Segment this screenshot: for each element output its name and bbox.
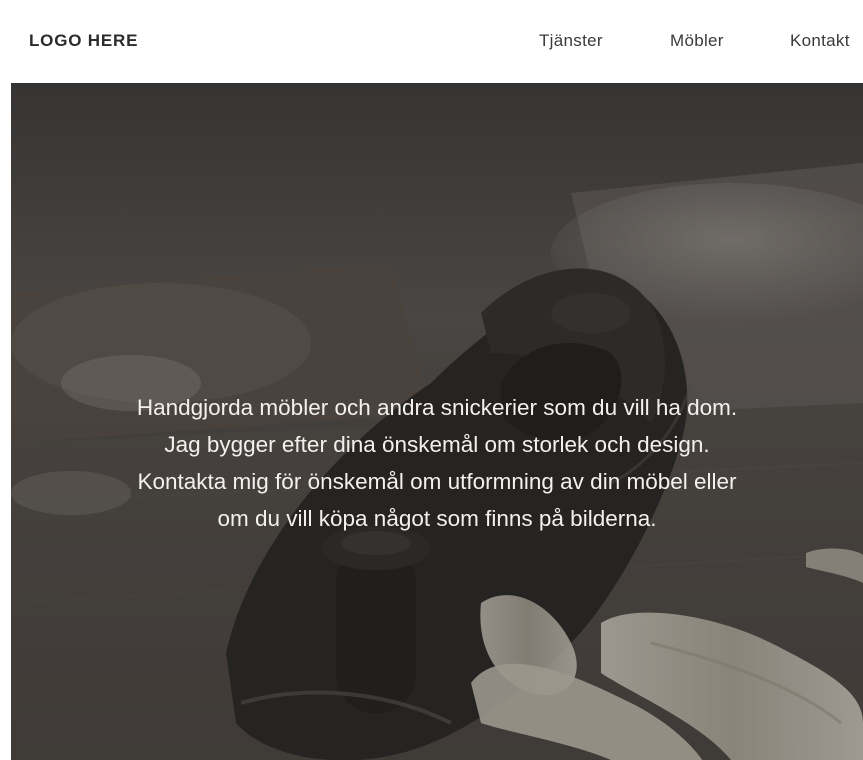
nav-item-mobler[interactable]: Möbler <box>670 31 724 51</box>
hero-line: Handgjorda möbler och andra snickerier s… <box>136 395 738 420</box>
hero-line: Jag bygger efter dina önskemål om storle… <box>164 432 710 457</box>
site-header: LOGO HERE Tjänster Möbler Kontakt <box>0 0 863 83</box>
hero-line: om du vill köpa något som finns på bilde… <box>217 506 657 531</box>
hero-intro-text: Handgjorda möbler och andra snickerier s… <box>11 389 863 537</box>
hero-section: Handgjorda möbler och andra snickerier s… <box>11 83 863 760</box>
nav-item-tjanster[interactable]: Tjänster <box>539 31 603 51</box>
nav-item-kontakt[interactable]: Kontakt <box>790 31 850 51</box>
main-nav: Tjänster Möbler Kontakt <box>0 31 863 55</box>
hero-line: Kontakta mig för önskemål om utformning … <box>137 469 737 494</box>
